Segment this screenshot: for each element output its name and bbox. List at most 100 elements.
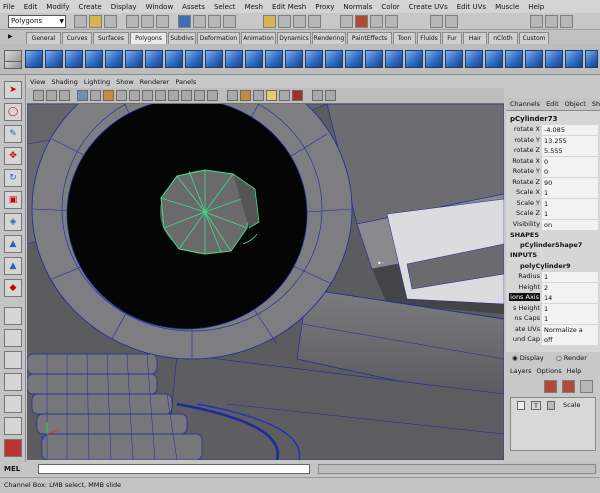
poly-pyramid-icon[interactable]	[165, 50, 183, 68]
film-gate-icon[interactable]	[103, 90, 114, 101]
xray-icon[interactable]	[227, 90, 238, 101]
grid-toggle-icon[interactable]	[90, 90, 101, 101]
bridge-icon[interactable]	[405, 50, 423, 68]
layer-menu-layers[interactable]: Layers	[510, 367, 532, 375]
select-tool-icon[interactable]: ➤	[4, 81, 22, 99]
input-field-icon[interactable]	[430, 15, 443, 28]
layer-menu-options[interactable]: Options	[537, 367, 562, 375]
camera-attributes-icon[interactable]	[46, 90, 57, 101]
mask-icon[interactable]	[178, 15, 191, 28]
attribute-row[interactable]: ions Axis 14	[506, 293, 598, 303]
tab-toon[interactable]: Toon	[393, 32, 416, 44]
menu-file[interactable]: File	[3, 3, 15, 11]
show-manipulator-icon[interactable]: ▲	[4, 257, 22, 275]
tab-subdivs[interactable]: Subdivs	[168, 32, 196, 44]
layer-menu-help[interactable]: Help	[567, 367, 582, 375]
menu-modify[interactable]: Modify	[46, 3, 69, 11]
smooth-icon[interactable]	[325, 50, 343, 68]
visibility-checkbox[interactable]	[517, 401, 525, 410]
separate-icon[interactable]	[285, 50, 303, 68]
tab-general[interactable]: General	[26, 32, 61, 44]
tab-surfaces[interactable]: Surfaces	[93, 32, 129, 44]
attribute-row[interactable]: Rotate X0	[506, 156, 598, 167]
tab-fur[interactable]: Fur	[442, 32, 462, 44]
extract-icon[interactable]	[305, 50, 323, 68]
attribute-name[interactable]: Rotate X	[512, 157, 540, 165]
resolution-gate-icon[interactable]	[116, 90, 127, 101]
attribute-row[interactable]: Rotate Z 90	[506, 177, 598, 188]
snap-grid-icon[interactable]	[263, 15, 276, 28]
new-layer-selected-icon[interactable]	[562, 380, 575, 393]
layout-hypershade-icon[interactable]	[4, 417, 22, 435]
object-name[interactable]: pCylinder73	[510, 115, 557, 123]
panel-menu-panels[interactable]: Panels	[175, 78, 196, 86]
attribute-value-field[interactable]: 1	[542, 198, 598, 209]
image-plane-icon[interactable]	[77, 90, 88, 101]
attribute-name[interactable]: Scale Y	[516, 199, 540, 207]
isolate-select-icon[interactable]	[292, 90, 303, 101]
gate-mask-icon[interactable]	[129, 90, 140, 101]
wireframe-icon[interactable]	[181, 90, 192, 101]
ipr-render-icon[interactable]	[370, 15, 383, 28]
last-tool-icon[interactable]: ◆	[4, 279, 22, 297]
attribute-value-field[interactable]: 14	[542, 293, 598, 303]
use-all-lights-icon[interactable]	[253, 90, 264, 101]
select-camera-icon[interactable]	[33, 90, 44, 101]
save-scene-icon[interactable]	[104, 15, 117, 28]
poly-cylinder-icon[interactable]	[65, 50, 83, 68]
shelf-menu-icon[interactable]: ▶	[8, 33, 13, 40]
shelf-item-icon[interactable]	[4, 61, 22, 69]
panel-menu-show[interactable]: Show	[116, 78, 134, 86]
attribute-value-field[interactable]: 5.555	[542, 146, 598, 156]
menu-create-uvs[interactable]: Create UVs	[409, 3, 448, 11]
attribute-value-field[interactable]: 1	[542, 188, 598, 198]
attribute-value-field[interactable]: 1	[542, 209, 598, 219]
snap-curve-icon[interactable]	[278, 15, 291, 28]
attribute-value-field[interactable]: -4.085	[542, 125, 598, 135]
menu-mesh[interactable]: Mesh	[245, 3, 263, 11]
shadows-icon[interactable]	[266, 90, 277, 101]
attribute-row[interactable]: Scale Z1	[506, 209, 598, 219]
attribute-name[interactable]: Scale X	[516, 188, 540, 196]
tab-polygons[interactable]: Polygons	[130, 32, 167, 44]
extrude-icon[interactable]	[385, 50, 403, 68]
panel-menu-lighting[interactable]: Lighting	[84, 78, 110, 86]
wedge-icon[interactable]	[565, 50, 583, 68]
menu-create[interactable]: Create	[78, 3, 101, 11]
render-radio[interactable]: ○ Render	[556, 354, 587, 362]
render-settings-icon[interactable]	[385, 15, 398, 28]
attribute-row[interactable]: Scale X1	[506, 188, 598, 198]
attribute-name[interactable]: Visibility	[513, 220, 540, 228]
safe-action-icon[interactable]	[155, 90, 166, 101]
attribute-name[interactable]: ions Axis	[509, 293, 540, 301]
wireframe-on-shaded-icon[interactable]	[207, 90, 218, 101]
toggle-attribute-editor-icon[interactable]	[530, 15, 543, 28]
menu-select[interactable]: Select	[214, 3, 236, 11]
channel-menu-channels[interactable]: Channels	[510, 100, 540, 108]
channel-menu-sh[interactable]: Sh	[592, 100, 600, 108]
attribute-value-field[interactable]: 1	[542, 303, 598, 314]
tab-rendering[interactable]: Rendering	[312, 32, 346, 44]
merge-icon[interactable]	[505, 50, 523, 68]
mask-icon[interactable]	[208, 15, 221, 28]
channel-menu-object[interactable]: Object	[565, 100, 586, 108]
soft-mod-tool-icon[interactable]: ▲	[4, 235, 22, 253]
shape-node[interactable]: pCylinderShape7	[520, 241, 582, 249]
attribute-row[interactable]: und Cap off	[506, 335, 598, 345]
boolean-icon[interactable]	[345, 50, 363, 68]
scale-tool-icon[interactable]: ▣	[4, 191, 22, 209]
attribute-value-field[interactable]: 1	[542, 314, 598, 324]
menu-muscle[interactable]: Muscle	[495, 3, 519, 11]
append-icon[interactable]	[425, 50, 443, 68]
layer-options-icon[interactable]	[580, 380, 593, 393]
tab-ncloth[interactable]: nCloth	[488, 32, 518, 44]
mel-input[interactable]	[38, 464, 310, 474]
attribute-row[interactable]: Visibility on	[506, 219, 598, 230]
menu-edit-mesh[interactable]: Edit Mesh	[272, 3, 306, 11]
xray-joints-icon[interactable]	[312, 90, 323, 101]
attribute-name[interactable]: ate UVs	[515, 325, 540, 333]
attribute-name[interactable]: rotate Y	[514, 136, 540, 144]
attribute-row[interactable]: rotate X -4.085	[506, 125, 598, 135]
attribute-value-field[interactable]: 0	[542, 156, 598, 167]
menu-edit[interactable]: Edit	[24, 3, 38, 11]
